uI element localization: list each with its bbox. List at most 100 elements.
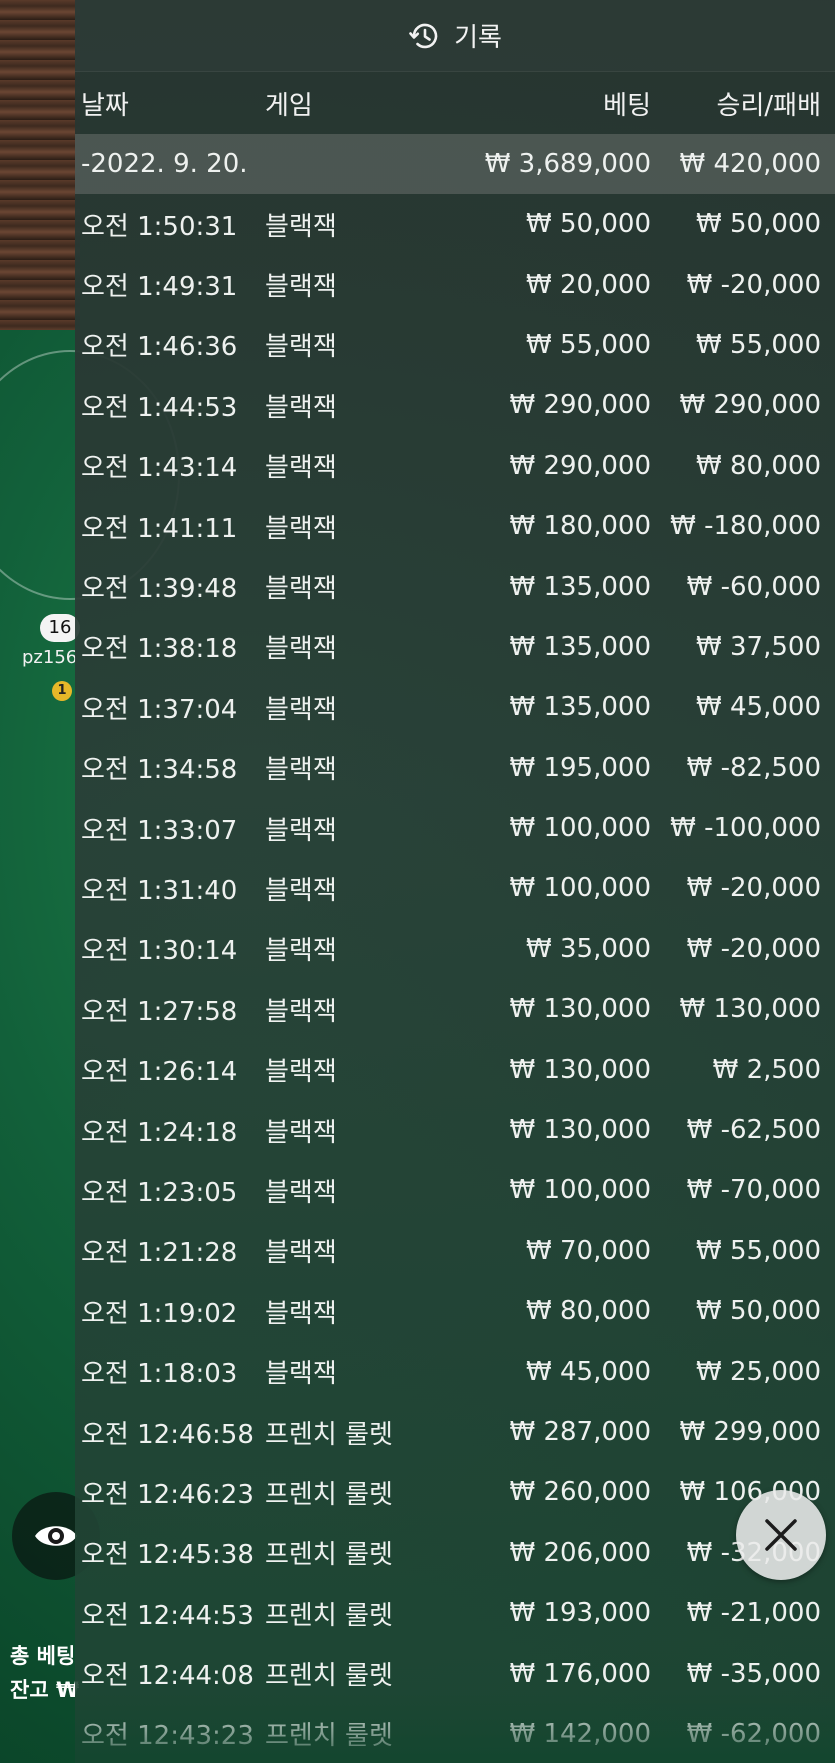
history-row[interactable]: 오전 1:33:07 블랙잭 ₩ 100,000 ₩ -100,000	[75, 798, 835, 858]
history-row[interactable]: 오전 12:43:23 프렌치 룰렛 ₩ 142,000 ₩ -62,000	[75, 1704, 835, 1763]
row-game: 블랙잭	[265, 1117, 337, 1148]
history-row[interactable]: 오전 1:18:03 블랙잭 ₩ 45,000 ₩ 25,000	[75, 1341, 835, 1401]
row-result: ₩ -62,500	[686, 1115, 821, 1146]
row-time: 오전 1:33:07	[81, 815, 238, 846]
eye-icon	[35, 1526, 77, 1546]
row-time: 오전 12:43:23	[81, 1721, 254, 1752]
row-time: 오전 1:43:14	[81, 453, 238, 484]
history-row[interactable]: 오전 12:44:53 프렌치 룰렛 ₩ 193,000 ₩ -21,000	[75, 1583, 835, 1643]
row-bet: ₩ 260,000	[509, 1477, 652, 1508]
close-button[interactable]	[736, 1490, 826, 1580]
row-result: ₩ 80,000	[696, 450, 821, 481]
row-game: 프렌치 룰렛	[265, 1419, 393, 1450]
row-result: ₩ -70,000	[686, 1175, 821, 1206]
row-time: 오전 12:46:23	[81, 1479, 254, 1510]
row-game: 블랙잭	[265, 996, 337, 1027]
row-result: ₩ -35,000	[686, 1658, 821, 1689]
history-row[interactable]: 오전 1:26:14 블랙잭 ₩ 130,000 ₩ 2,500	[75, 1039, 835, 1099]
row-result: ₩ -20,000	[686, 933, 821, 964]
history-panel: 기록 날짜 게임 베팅 승리/패배 -2022. 9. 20. ₩ 3,689,…	[75, 0, 835, 1763]
row-result: ₩ 25,000	[696, 1356, 821, 1387]
row-result: ₩ 37,500	[696, 631, 821, 662]
row-time: 오전 1:19:02	[81, 1298, 238, 1329]
history-row[interactable]: 오전 12:46:58 프렌치 룰렛 ₩ 287,000 ₩ 299,000	[75, 1402, 835, 1462]
row-result: ₩ 45,000	[696, 692, 821, 723]
history-row[interactable]: 오전 1:43:14 블랙잭 ₩ 290,000 ₩ 80,000	[75, 436, 835, 496]
row-time: 오전 1:37:04	[81, 694, 238, 725]
row-game: 블랙잭	[265, 392, 337, 423]
row-game: 블랙잭	[265, 694, 337, 725]
row-bet: ₩ 180,000	[509, 511, 652, 542]
history-row[interactable]: 오전 1:34:58 블랙잭 ₩ 195,000 ₩ -82,500	[75, 738, 835, 798]
row-time: 오전 1:31:40	[81, 875, 238, 906]
row-result: ₩ 2,500	[712, 1054, 821, 1085]
history-row[interactable]: 오전 1:23:05 블랙잭 ₩ 100,000 ₩ -70,000	[75, 1160, 835, 1220]
row-bet: ₩ 130,000	[509, 994, 652, 1025]
row-game: 블랙잭	[265, 1238, 337, 1269]
column-result: 승리/패배	[716, 90, 821, 121]
row-game: 블랙잭	[265, 815, 337, 846]
row-game: 블랙잭	[265, 634, 337, 665]
row-bet: ₩ 290,000	[509, 450, 652, 481]
history-row[interactable]: 오전 1:31:40 블랙잭 ₩ 100,000 ₩ -20,000	[75, 858, 835, 918]
row-time: 오전 1:50:31	[81, 211, 238, 242]
row-result: ₩ -20,000	[686, 269, 821, 300]
row-bet: ₩ 287,000	[509, 1417, 652, 1447]
row-time: 오전 1:44:53	[81, 392, 238, 423]
row-time: 오전 1:26:14	[81, 1057, 238, 1088]
history-list[interactable]: 오전 1:50:31 블랙잭 ₩ 50,000 ₩ 50,000 오전 1:49:31 블…	[75, 194, 835, 1763]
row-game: 프렌치 룰렛	[265, 1600, 393, 1631]
row-bet: ₩ 100,000	[509, 1175, 652, 1206]
row-bet: ₩ 55,000	[526, 329, 651, 360]
row-result: ₩ -60,000	[686, 571, 821, 602]
date-group-row[interactable]: -2022. 9. 20. ₩ 3,689,000 ₩ 420,000	[75, 134, 835, 194]
history-row[interactable]: 오전 1:46:36 블랙잭 ₩ 55,000 ₩ 55,000	[75, 315, 835, 375]
row-game: 블랙잭	[265, 1359, 337, 1390]
history-row[interactable]: 오전 1:27:58 블랙잭 ₩ 130,000 ₩ 130,000	[75, 979, 835, 1039]
row-result: ₩ 299,000	[679, 1417, 822, 1447]
history-row[interactable]: 오전 1:49:31 블랙잭 ₩ 20,000 ₩ -20,000	[75, 254, 835, 314]
history-row[interactable]: 오전 1:44:53 블랙잭 ₩ 290,000 ₩ 290,000	[75, 375, 835, 435]
history-row[interactable]: 오전 1:30:14 블랙잭 ₩ 35,000 ₩ -20,000	[75, 919, 835, 979]
row-bet: ₩ 35,000	[526, 933, 651, 964]
history-row[interactable]: 오전 12:45:38프렌치 룰렛₩ 206,000₩ -32,000	[75, 1523, 835, 1583]
history-row[interactable]: 오전 12:44:08 프렌치 룰렛 ₩ 176,000 ₩ -35,000	[75, 1643, 835, 1703]
history-row[interactable]: 오전 1:39:48 블랙잭 ₩ 135,000 ₩ -60,000	[75, 556, 835, 616]
row-time: 오전 12:45:38	[81, 1540, 254, 1571]
row-time: 오전 1:39:48	[81, 574, 238, 605]
row-bet: ₩ 100,000	[509, 873, 652, 904]
row-time: 오전 1:27:58	[81, 996, 238, 1027]
row-time: 오전 1:49:31	[81, 272, 238, 303]
row-bet: ₩ 142,000	[509, 1718, 652, 1749]
history-row[interactable]: 오전 1:41:11 블랙잭 ₩ 180,000 ₩ -180,000	[75, 496, 835, 556]
row-time: 오전 1:41:11	[81, 513, 238, 544]
total-bet-label: 총 베팅	[10, 1644, 76, 1668]
history-row[interactable]: 오전 1:19:02 블랙잭 ₩ 80,000 ₩ 50,000	[75, 1281, 835, 1341]
row-result: ₩ -21,000	[686, 1598, 821, 1629]
row-result: ₩ -62,000	[686, 1718, 821, 1749]
history-row[interactable]: 오전 12:46:23 프렌치 룰렛 ₩ 260,000 ₩ 106,000	[75, 1462, 835, 1522]
wood-rail	[0, 0, 80, 330]
row-time: 오전 1:46:36	[81, 332, 238, 363]
row-bet: ₩ 70,000	[526, 1235, 651, 1266]
history-row[interactable]: 오전 1:37:04 블랙잭 ₩ 135,000 ₩ 45,000	[75, 677, 835, 737]
row-result: ₩ 50,000	[696, 209, 821, 240]
balance-label: 잔고 ₩	[10, 1678, 80, 1702]
history-row[interactable]: 오전 1:24:18 블랙잭 ₩ 130,000 ₩ -62,500	[75, 1100, 835, 1160]
panel-title: 기록	[454, 23, 502, 53]
history-row[interactable]: 오전 1:50:31 블랙잭 ₩ 50,000 ₩ 50,000	[75, 194, 835, 254]
row-bet: ₩ 135,000	[509, 692, 652, 723]
history-row[interactable]: 오전 1:38:18 블랙잭 ₩ 135,000 ₩ 37,500	[75, 617, 835, 677]
row-game: 블랙잭	[265, 513, 337, 544]
row-time: 오전 1:34:58	[81, 755, 238, 786]
row-result: ₩ -100,000	[670, 813, 821, 844]
row-time: 오전 12:46:58	[81, 1419, 254, 1450]
row-bet: ₩ 130,000	[509, 1054, 652, 1085]
row-time: 오전 1:23:05	[81, 1177, 238, 1208]
chip-icon: 1	[52, 681, 72, 701]
row-bet: ₩ 206,000	[509, 1537, 652, 1568]
row-game: 블랙잭	[265, 211, 337, 242]
row-bet: ₩ 80,000	[526, 1296, 651, 1327]
row-result: ₩ -180,000	[670, 511, 821, 542]
history-row[interactable]: 오전 1:21:28 블랙잭 ₩ 70,000 ₩ 55,000	[75, 1221, 835, 1281]
